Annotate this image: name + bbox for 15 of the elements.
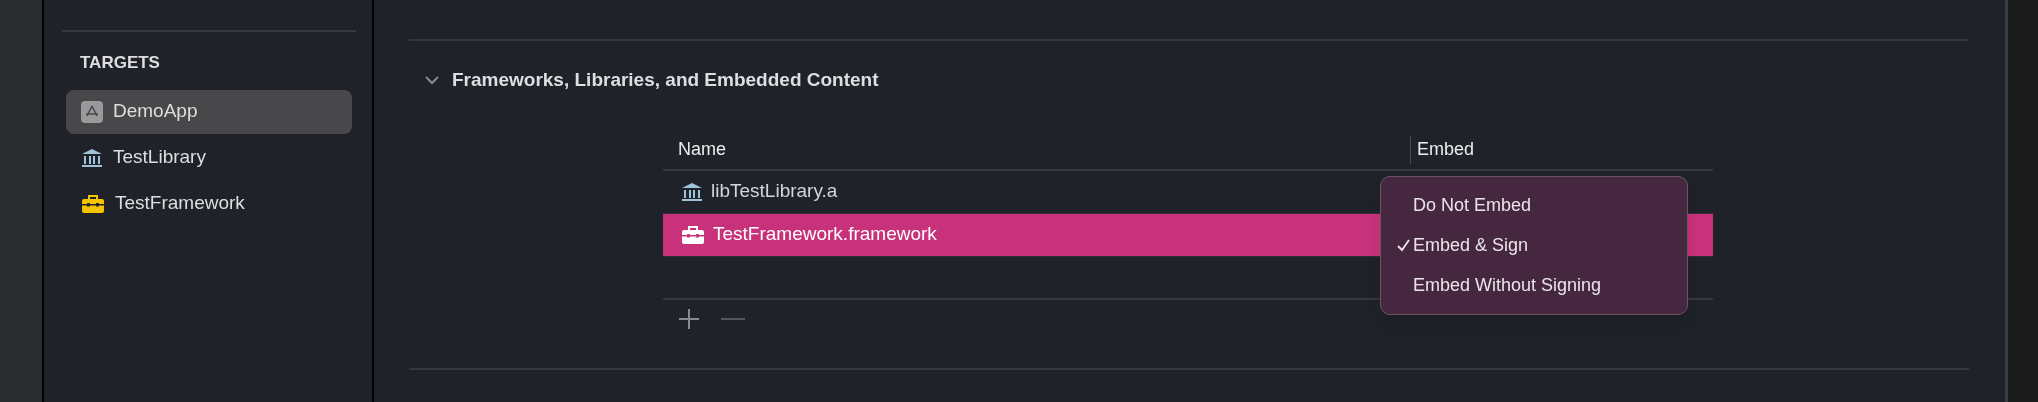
section-heading: Frameworks, Libraries, and Embedded Content (452, 68, 879, 92)
column-header: Name (677, 138, 727, 161)
toolbox-icon (681, 224, 705, 245)
columns-building-icon (81, 147, 103, 168)
section-title: TARGETS (80, 52, 161, 74)
menu-item[interactable]: Embed Without Signing (1381, 265, 1687, 306)
toolbox-icon (81, 193, 105, 214)
sidebar-item[interactable]: TestFramework (66, 181, 352, 226)
add-icon[interactable] (677, 306, 701, 331)
sidebar-item[interactable]: TestLibrary (66, 135, 352, 180)
sidebar-item[interactable]: DemoApp (66, 89, 352, 134)
columns-building-icon (681, 181, 703, 202)
column-header: Embed (1416, 138, 1475, 161)
chevron-down-icon[interactable] (424, 75, 440, 86)
app-store-icon (81, 100, 103, 123)
